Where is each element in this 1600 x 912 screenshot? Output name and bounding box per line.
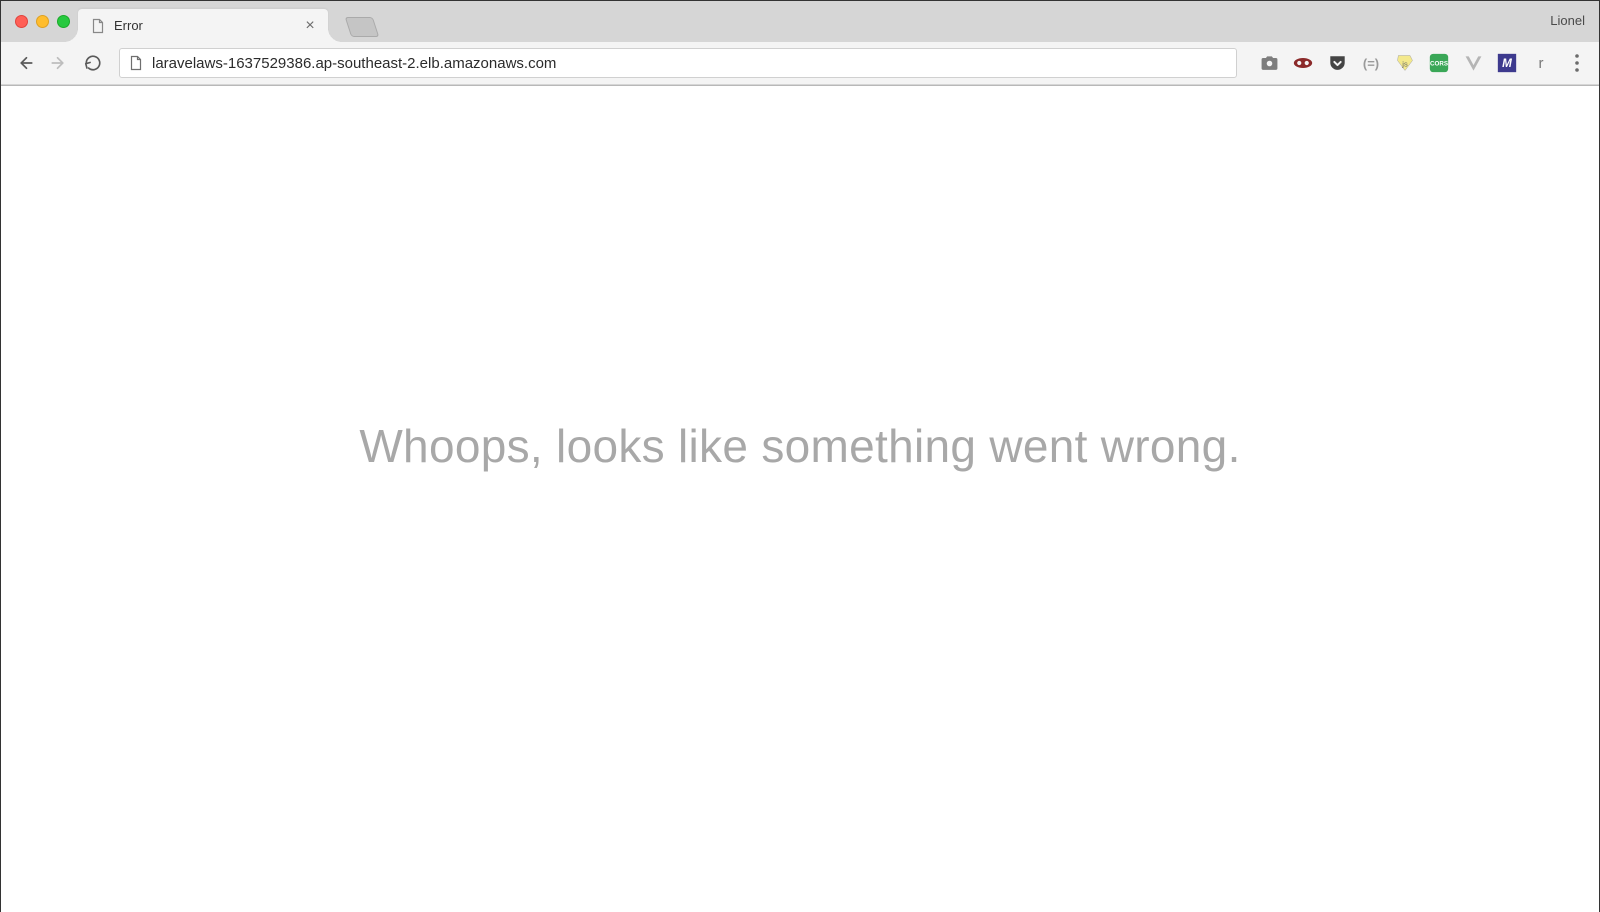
cors-icon[interactable]: CORS	[1429, 53, 1449, 73]
page-content: Whoops, looks like something went wrong.	[1, 86, 1599, 912]
window-minimize-button[interactable]	[36, 15, 49, 28]
r-label: r	[1539, 55, 1544, 72]
url-input[interactable]	[152, 55, 1228, 72]
browser-chrome: Error × Lionel	[1, 1, 1599, 86]
toolbar: (=) js CORS M	[1, 42, 1599, 85]
back-button[interactable]	[11, 49, 39, 77]
mask-icon[interactable]	[1293, 53, 1313, 73]
profile-name[interactable]: Lionel	[1550, 13, 1585, 28]
brackets-icon[interactable]: (=)	[1361, 53, 1381, 73]
pocket-icon[interactable]	[1327, 53, 1347, 73]
tab-close-button[interactable]: ×	[302, 18, 318, 34]
svg-text:CORS: CORS	[1430, 61, 1448, 68]
window-controls	[11, 15, 78, 28]
window-maximize-button[interactable]	[57, 15, 70, 28]
error-message: Whoops, looks like something went wrong.	[359, 419, 1240, 473]
browser-tab[interactable]: Error ×	[78, 9, 328, 42]
reload-button[interactable]	[79, 49, 107, 77]
vue-icon[interactable]	[1463, 53, 1483, 73]
extension-icons: (=) js CORS M	[1249, 53, 1555, 73]
window-close-button[interactable]	[15, 15, 28, 28]
js-icon[interactable]: js	[1395, 53, 1415, 73]
file-icon	[90, 18, 106, 34]
kebab-menu-button[interactable]	[1565, 49, 1589, 77]
svg-text:js: js	[1401, 59, 1408, 68]
svg-text:M: M	[1502, 57, 1512, 70]
tab-title: Error	[114, 18, 302, 33]
file-icon	[128, 55, 144, 71]
camera-icon[interactable]	[1259, 53, 1279, 73]
m-badge-icon[interactable]: M	[1497, 53, 1517, 73]
new-tab-button[interactable]	[345, 17, 379, 37]
forward-button[interactable]	[45, 49, 73, 77]
tab-bar: Error × Lionel	[1, 1, 1599, 42]
address-bar[interactable]	[119, 48, 1237, 78]
r-extension-icon[interactable]: r	[1531, 53, 1551, 73]
